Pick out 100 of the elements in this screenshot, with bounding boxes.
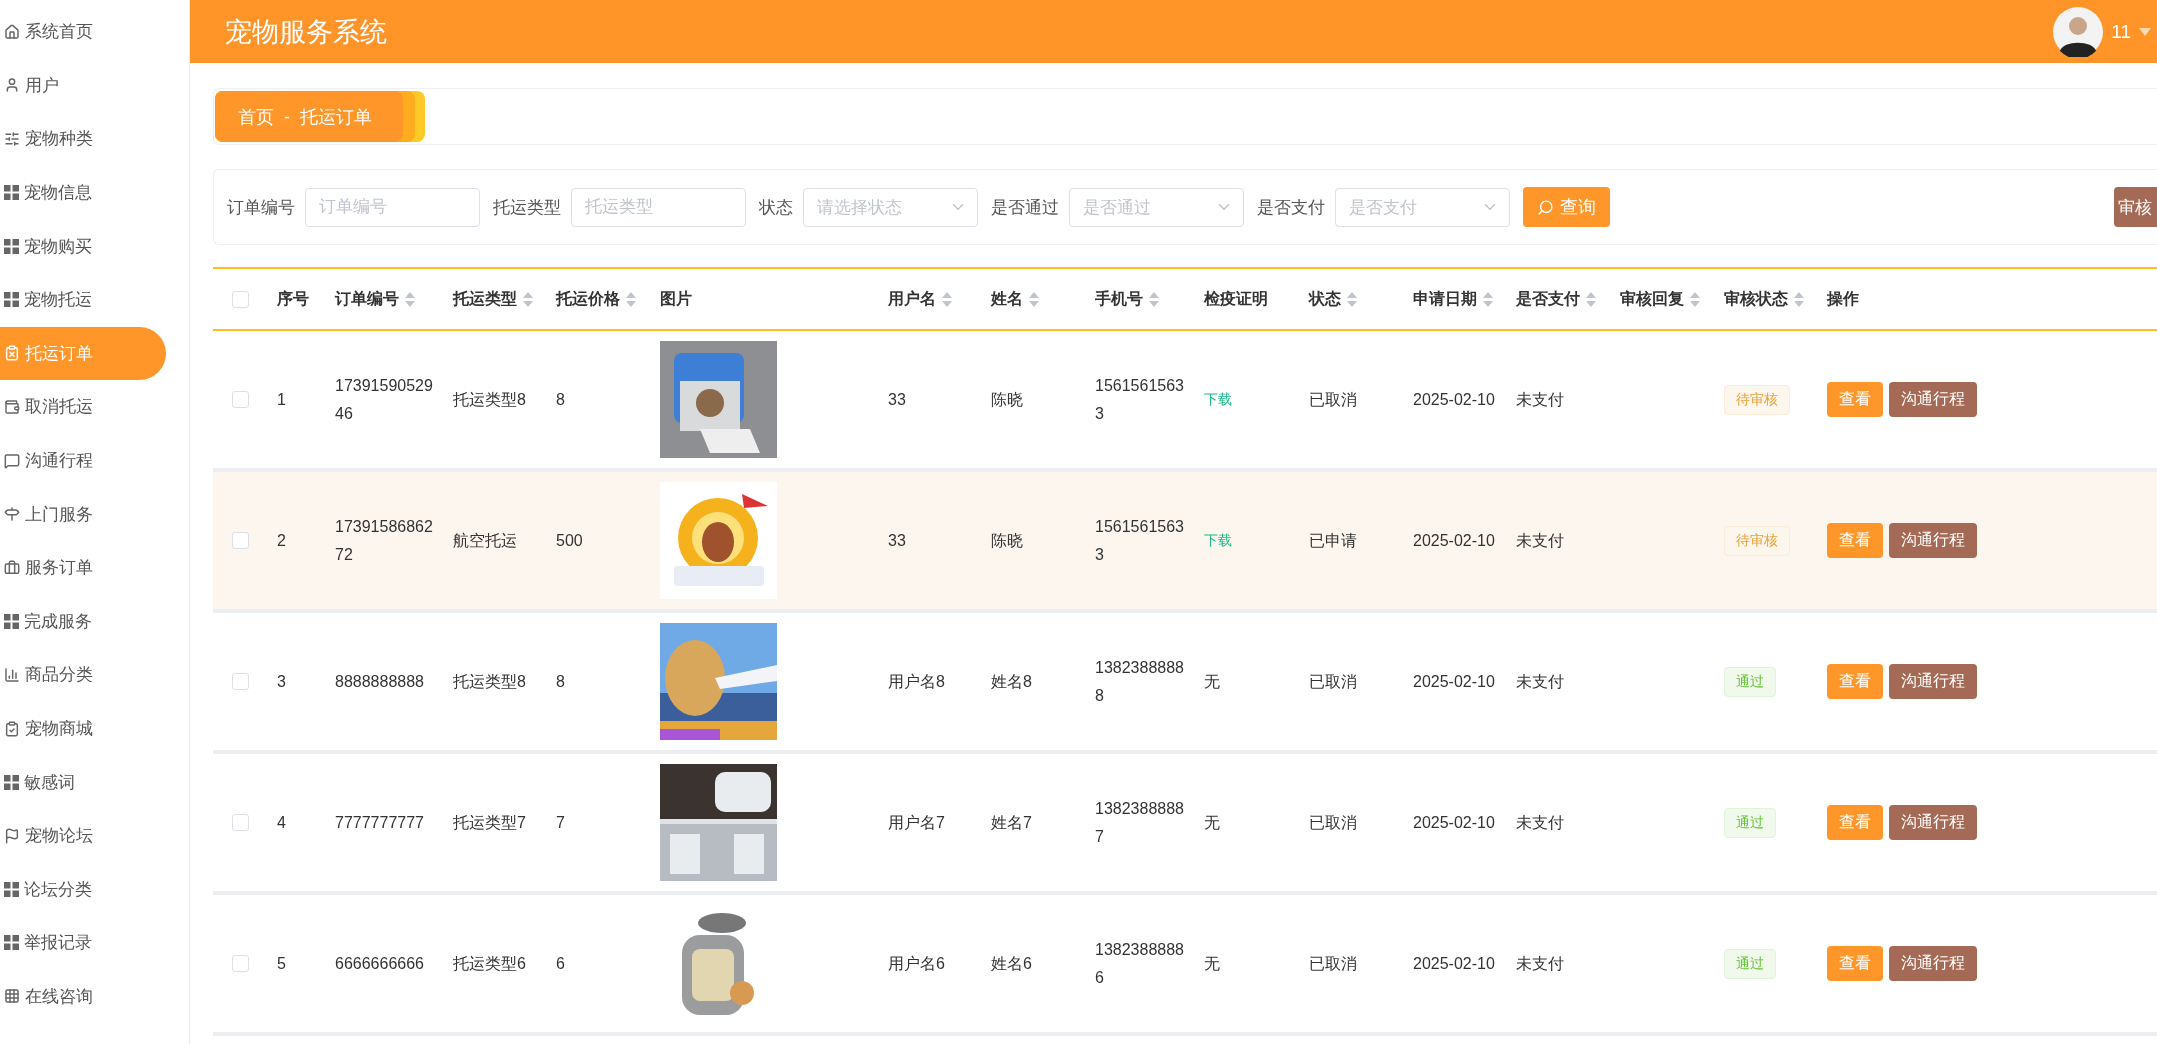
table-cell-text: 已取消: [1309, 812, 1357, 833]
clipboard-check-icon: [4, 720, 20, 737]
sort-icon[interactable]: [1483, 291, 1493, 307]
checkbox[interactable]: [232, 532, 249, 549]
filter-label: 是否支付: [1257, 196, 1325, 219]
wallet-icon: [4, 398, 20, 415]
sidebar-item[interactable]: 服务订单: [0, 540, 166, 595]
sort-icon[interactable]: [942, 291, 952, 307]
briefcase-icon: [4, 559, 20, 576]
table-cell-text: 陈晓: [991, 389, 1023, 410]
sidebar-item[interactable]: 在线咨询: [0, 969, 166, 1024]
column-header[interactable]: 姓名: [991, 288, 1039, 310]
table-cell-text: 已取消: [1309, 953, 1357, 974]
checkbox[interactable]: [232, 290, 249, 308]
sort-icon[interactable]: [523, 291, 533, 307]
avatar-icon[interactable]: [2053, 6, 2104, 57]
table-cell-text: 未支付: [1516, 389, 1564, 410]
table-cell-text: 无: [1204, 671, 1220, 692]
table-cell-text: 13823888888: [1095, 657, 1184, 706]
sort-icon[interactable]: [1794, 291, 1804, 307]
grid-icon: [4, 935, 19, 951]
column-header[interactable]: 审核回复: [1620, 288, 1700, 310]
table-cell-text: 7777777777: [335, 812, 424, 833]
table-cell-text: 已申请: [1309, 530, 1357, 551]
sidebar-item[interactable]: 论坛分类: [0, 862, 166, 917]
sort-icon[interactable]: [1347, 291, 1357, 307]
checkbox[interactable]: [232, 955, 249, 972]
sort-icon[interactable]: [405, 291, 415, 307]
review-button[interactable]: 审核: [2114, 187, 2157, 227]
trip-button[interactable]: 沟通行程: [1889, 523, 1977, 558]
input-field[interactable]: 订单编号: [305, 187, 480, 227]
sidebar-item[interactable]: 举报记录: [0, 916, 166, 970]
sidebar-item[interactable]: 敏感词: [0, 755, 166, 809]
sidebar-item[interactable]: 用户: [0, 58, 166, 113]
clipboard-icon: [4, 345, 20, 362]
column-header[interactable]: 申请日期: [1413, 288, 1493, 310]
table-cell-text: 未支付: [1516, 953, 1564, 974]
grid-icon: [4, 613, 19, 629]
sort-icon[interactable]: [1029, 291, 1039, 307]
input-field[interactable]: 托运类型: [571, 187, 746, 227]
table-cell-text: 托运类型7: [453, 812, 526, 833]
sidebar-item[interactable]: 系统首页: [0, 5, 166, 59]
table-cell-text: 4: [277, 812, 286, 833]
table-cell-text: 6: [556, 953, 565, 974]
table-cell-text: 2025-02-10: [1413, 671, 1495, 692]
trip-button[interactable]: 沟通行程: [1889, 946, 1977, 981]
column-header[interactable]: 托运类型: [453, 288, 533, 310]
trip-button[interactable]: 沟通行程: [1889, 805, 1977, 840]
checkbox[interactable]: [232, 673, 249, 690]
checkbox[interactable]: [232, 391, 249, 408]
column-header[interactable]: 审核状态: [1724, 288, 1804, 310]
column-header[interactable]: 用户名: [888, 288, 952, 310]
table-cell-text: 8888888888: [335, 671, 424, 692]
table-cell-text: 用户名6: [888, 953, 945, 974]
column-header[interactable]: 手机号: [1095, 288, 1159, 310]
table-cell-text: 1739159052946: [335, 375, 433, 424]
flag-icon: [4, 827, 20, 844]
table-cell-text: 33: [888, 389, 906, 410]
table-cell-text: 未支付: [1516, 812, 1564, 833]
grid-icon: [4, 292, 19, 308]
sidebar-item[interactable]: 沟通行程: [0, 433, 166, 488]
trip-button[interactable]: 沟通行程: [1889, 382, 1977, 417]
sidebar-item[interactable]: 上门服务: [0, 487, 166, 541]
filter-label: 托运类型: [493, 196, 561, 219]
table-cell-text: 陈晓: [991, 530, 1023, 551]
sidebar-item[interactable]: 宠物信息: [0, 165, 166, 220]
sidebar-item[interactable]: 宠物购买: [0, 219, 166, 273]
table-cell-text: 8: [556, 671, 565, 692]
table-cell-text: 无: [1204, 812, 1220, 833]
sidebar-item[interactable]: 取消托运: [0, 380, 166, 434]
trip-button[interactable]: 沟通行程: [1889, 664, 1977, 699]
table-cell-text: 500: [556, 530, 583, 551]
table-cell-text: 8: [556, 389, 565, 410]
sort-icon[interactable]: [1690, 291, 1700, 307]
sidebar-item[interactable]: 宠物论坛: [0, 808, 166, 863]
grid-icon: [4, 238, 19, 254]
table-cell-text: 2025-02-10: [1413, 812, 1495, 833]
table-cell-text: 33: [888, 530, 906, 551]
column-header: 序号: [277, 288, 309, 309]
table-cell-text: 5: [277, 953, 286, 974]
column-header[interactable]: 订单编号: [335, 288, 415, 310]
sidebar-item[interactable]: 商品分类: [0, 648, 166, 702]
sidebar-item[interactable]: 宠物种类: [0, 112, 166, 166]
caret-icon[interactable]: [2139, 27, 2151, 36]
sidebar-item[interactable]: 完成服务: [0, 594, 166, 649]
checkbox[interactable]: [232, 814, 249, 831]
sidebar-item[interactable]: 宠物商城: [0, 701, 166, 756]
column-header[interactable]: 状态: [1309, 288, 1357, 310]
grid-icon: [4, 185, 19, 201]
table-cell-text: 航空托运: [453, 530, 517, 551]
sort-icon[interactable]: [626, 291, 636, 307]
sort-icon[interactable]: [1149, 291, 1159, 307]
table-cell-text: 姓名8: [991, 671, 1032, 692]
column-header: 图片: [660, 288, 692, 309]
grid-icon: [4, 774, 19, 790]
sort-icon[interactable]: [1586, 291, 1596, 307]
table-cell-text: 15615615633: [1095, 375, 1184, 424]
column-header[interactable]: 托运价格: [556, 288, 636, 310]
sidebar-item[interactable]: 宠物托运: [0, 272, 166, 327]
column-header[interactable]: 是否支付: [1516, 288, 1596, 310]
